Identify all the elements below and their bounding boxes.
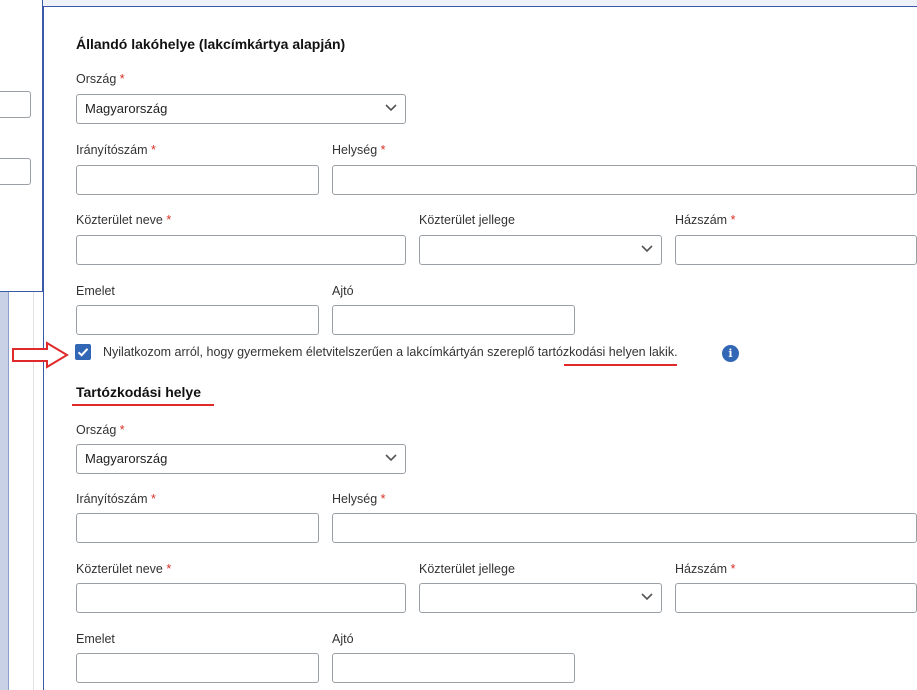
background-input[interactable] [0,158,31,185]
country-label: Ország * [76,423,125,437]
street-type-select[interactable] [419,583,662,613]
background-strip [0,292,8,690]
required-mark: * [730,213,736,227]
street-type-label: Közterület jellege [419,213,515,227]
country-select[interactable]: Magyarország [76,94,406,124]
door-input[interactable] [332,653,575,683]
floor-input[interactable] [76,653,319,683]
country-label: Ország * [76,72,125,86]
country-select-value: Magyarország [85,101,168,116]
chevron-down-icon [641,236,653,253]
required-mark: * [380,143,386,157]
door-label: Ajtó [332,284,354,298]
chevron-down-icon [385,95,397,112]
residence-address-title: Tartózkodási helye [76,384,202,400]
annotation-underline [72,404,214,406]
required-mark: * [380,492,386,506]
zip-label: Irányítószám * [76,143,156,157]
permanent-address-title: Állandó lakóhelye (lakcímkártya alapján) [76,36,346,52]
street-type-label: Közterület jellege [419,562,515,576]
required-mark: * [119,423,125,437]
required-mark: * [166,213,172,227]
required-mark: * [730,562,736,576]
house-number-input[interactable] [675,235,917,265]
required-mark: * [166,562,172,576]
background-dialog [0,0,43,292]
background-input[interactable] [0,91,31,118]
checkmark-icon [77,348,89,357]
floor-label: Emelet [76,284,115,298]
declaration-text-part: lakik. [645,345,678,359]
required-mark: * [151,143,156,157]
floor-input[interactable] [76,305,319,335]
background-divider [8,292,9,690]
house-number-label: Házszám * [675,213,736,227]
declaration-text: Nyilatkozom arról, hogy gyermekem életvi… [103,345,678,359]
street-input[interactable] [76,583,406,613]
declaration-highlight: tartózkodási helyen [537,345,646,359]
annotation-underline [564,364,677,366]
required-mark: * [119,72,125,86]
form-panel-header [43,0,917,7]
city-label: Helység * [332,492,386,506]
zip-input[interactable] [76,513,319,543]
required-mark: * [151,492,156,506]
street-type-select[interactable] [419,235,662,265]
street-label: Közterület neve * [76,213,172,227]
zip-label: Irányítószám * [76,492,156,506]
country-select-value: Magyarország [85,451,168,466]
city-input[interactable] [332,165,917,195]
floor-label: Emelet [76,632,115,646]
chevron-down-icon [641,584,653,601]
street-label: Közterület neve * [76,562,172,576]
zip-input[interactable] [76,165,319,195]
city-label: Helység * [332,143,386,157]
door-label: Ajtó [332,632,354,646]
country-select[interactable]: Magyarország [76,444,406,474]
city-input[interactable] [332,513,917,543]
declaration-checkbox[interactable] [75,344,91,360]
arrow-right-icon [12,341,69,369]
house-number-input[interactable] [675,583,917,613]
door-input[interactable] [332,305,575,335]
declaration-text-part: Nyilatkozom arról, hogy gyermekem életvi… [103,345,538,359]
street-input[interactable] [76,235,406,265]
house-number-label: Házszám * [675,562,736,576]
chevron-down-icon [385,445,397,462]
info-icon[interactable]: i [722,345,739,362]
